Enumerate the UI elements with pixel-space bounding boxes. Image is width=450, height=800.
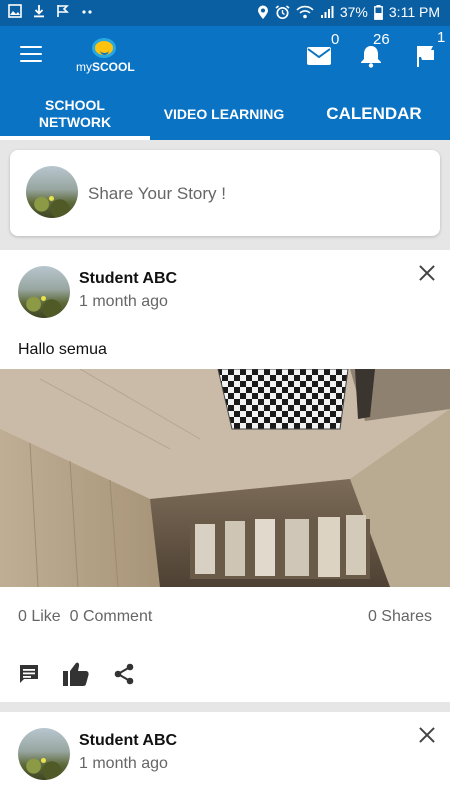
flag-notification-icon — [57, 5, 69, 17]
status-bar-notifications — [8, 4, 94, 18]
flag-icon[interactable] — [414, 44, 440, 68]
logo-text: mySCOOL — [76, 60, 135, 74]
post-card: Student ABC 1 month ago — [0, 712, 450, 800]
like-count[interactable]: 0 Like — [18, 608, 61, 625]
battery-icon — [373, 4, 383, 20]
share-story-input[interactable]: Share Your Story ! — [88, 184, 226, 204]
post-card: Student ABC 1 month ago Hallo semua 0 Li… — [0, 250, 450, 702]
avatar[interactable] — [18, 266, 70, 318]
tab-calendar[interactable]: CALENDAR — [298, 88, 450, 140]
tab-school-network[interactable]: SCHOOL NETWORK — [0, 88, 150, 140]
like-icon[interactable] — [62, 661, 90, 687]
tab-video-learning-label: VIDEO LEARNING — [163, 106, 285, 122]
gallery-icon — [8, 4, 22, 18]
avatar — [26, 166, 78, 218]
location-icon — [257, 5, 268, 19]
close-icon[interactable] — [416, 262, 438, 284]
tab-school-network-label: SCHOOL NETWORK — [38, 97, 112, 130]
close-icon[interactable] — [416, 724, 438, 746]
post-photo-illustration — [0, 369, 450, 587]
battery-percent: 37% — [339, 4, 368, 20]
share-count[interactable]: 0 Shares — [368, 608, 432, 626]
app-logo: mySCOOL — [76, 38, 136, 78]
wifi-icon — [296, 5, 314, 19]
app-bar: mySCOOL 0 26 1 — [0, 26, 450, 88]
share-icon[interactable] — [112, 662, 136, 686]
more-dots-icon — [82, 10, 92, 14]
alarm-icon — [275, 4, 290, 19]
post-image[interactable] — [0, 369, 450, 587]
comment-icon[interactable] — [18, 663, 40, 685]
post-time: 1 month ago — [79, 293, 168, 310]
signal-icon — [320, 6, 334, 18]
status-bar-system: 37% 3:11 PM — [257, 4, 440, 20]
mail-icon[interactable] — [306, 44, 332, 68]
notification-count-badge: 26 — [373, 31, 390, 48]
comment-count[interactable]: 0 Comment — [70, 608, 153, 625]
download-icon — [34, 5, 44, 18]
share-story-card[interactable]: Share Your Story ! — [10, 150, 440, 236]
tab-video-learning[interactable]: VIDEO LEARNING — [150, 88, 298, 140]
avatar[interactable] — [18, 728, 70, 780]
post-actions — [18, 661, 136, 687]
post-time: 1 month ago — [79, 755, 168, 772]
post-text: Hallo semua — [18, 341, 107, 358]
post-stats[interactable]: 0 Like 0 Comment — [18, 608, 152, 626]
flag-count-badge: 1 — [437, 29, 446, 46]
logo-mark — [92, 38, 116, 58]
mail-count-badge: 0 — [331, 31, 340, 48]
tab-bar: SCHOOL NETWORK VIDEO LEARNING CALENDAR — [0, 88, 450, 140]
status-bar: 37% 3:11 PM — [0, 0, 450, 26]
clock: 3:11 PM — [388, 4, 440, 20]
post-author[interactable]: Student ABC — [79, 270, 177, 288]
tab-calendar-label: CALENDAR — [326, 104, 422, 123]
post-author[interactable]: Student ABC — [79, 732, 177, 750]
menu-icon[interactable] — [20, 46, 42, 64]
